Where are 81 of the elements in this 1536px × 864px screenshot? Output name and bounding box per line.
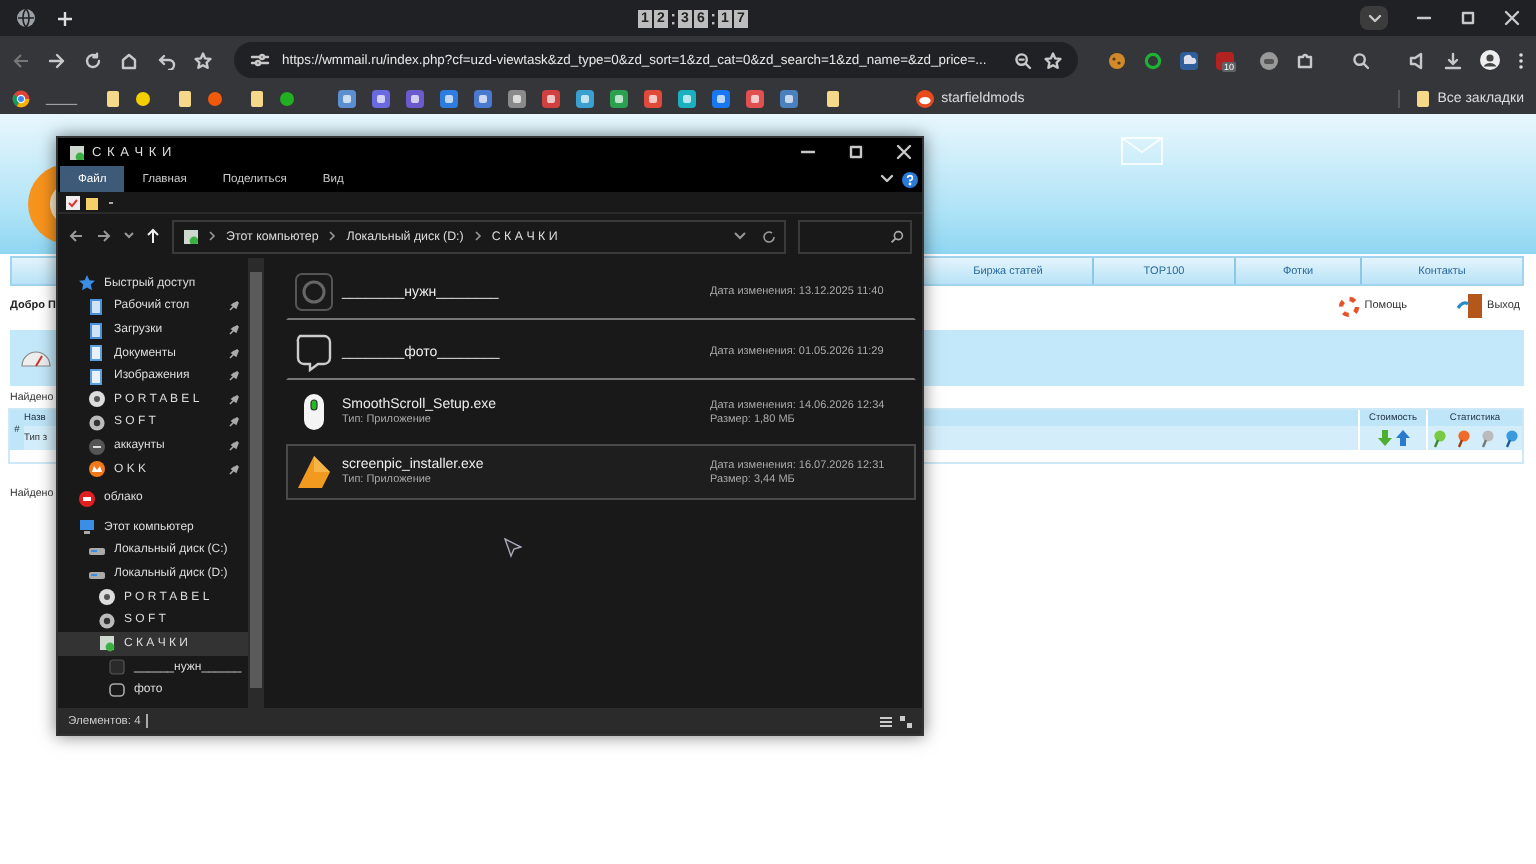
colon-icon <box>710 9 716 27</box>
scrollbar[interactable] <box>248 258 264 708</box>
browser-logo-icon[interactable] <box>12 90 30 108</box>
refresh-icon[interactable] <box>762 229 776 243</box>
lifebuoy-icon <box>1338 295 1361 317</box>
close-icon[interactable] <box>1504 10 1520 26</box>
chevron-icon <box>208 230 216 242</box>
stat-pin-icon <box>1432 429 1447 447</box>
back-icon[interactable] <box>68 228 84 244</box>
star-icon[interactable] <box>194 51 212 69</box>
zoom-icon[interactable] <box>1014 51 1032 69</box>
menu-icon[interactable] <box>1518 51 1524 69</box>
computer-icon <box>78 518 96 537</box>
app-icon[interactable] <box>371 90 390 108</box>
gauge-icon <box>20 348 52 368</box>
properties-icon[interactable] <box>66 195 80 209</box>
disc-icon <box>98 588 116 607</box>
caret-icon[interactable] <box>880 174 894 184</box>
new-folder-icon[interactable] <box>86 195 100 209</box>
crown-icon <box>88 460 106 479</box>
door-icon <box>1455 294 1484 318</box>
close-icon[interactable] <box>896 144 912 160</box>
puzzle-icon[interactable] <box>1296 51 1314 69</box>
app-icon[interactable] <box>575 90 594 108</box>
caret-icon <box>1367 13 1381 23</box>
cookie-icon[interactable] <box>1108 51 1126 69</box>
home-icon[interactable] <box>120 51 138 69</box>
chevron-icon <box>473 230 482 242</box>
avatar-icon[interactable] <box>1480 50 1500 70</box>
search-icon <box>890 229 904 243</box>
stat-pin-icon <box>1503 429 1518 447</box>
globe-icon <box>16 8 36 28</box>
tiles-view-icon[interactable] <box>900 715 912 727</box>
caret-icon[interactable] <box>734 232 746 240</box>
maximize-icon[interactable] <box>1460 10 1476 26</box>
new-tab-icon[interactable] <box>56 9 74 27</box>
search-field[interactable] <box>798 219 912 253</box>
app-icon[interactable] <box>541 90 560 108</box>
app-icon[interactable] <box>677 90 696 108</box>
app-icon[interactable] <box>609 90 628 108</box>
tab-search-button[interactable] <box>1360 6 1388 30</box>
cloud-extension-icon[interactable] <box>1180 51 1198 69</box>
browser-tab[interactable] <box>16 8 36 28</box>
app-icon[interactable] <box>507 90 526 108</box>
app-icon[interactable] <box>711 90 730 108</box>
app-icon[interactable] <box>643 90 662 108</box>
reload-icon[interactable] <box>84 51 102 69</box>
site-info-icon <box>250 52 270 68</box>
bookmark-star-icon[interactable] <box>1044 51 1062 69</box>
cursor-icon <box>504 538 522 558</box>
star-icon <box>78 274 96 293</box>
forward-icon[interactable] <box>96 228 112 244</box>
chat-icon <box>294 332 334 372</box>
undo-icon[interactable] <box>156 51 176 69</box>
app-icon[interactable] <box>337 90 356 108</box>
chevron-icon <box>328 230 337 242</box>
download-icon[interactable] <box>1444 51 1462 69</box>
search-icon[interactable] <box>1352 51 1370 69</box>
chat-icon <box>108 681 126 700</box>
maximize-icon[interactable] <box>848 144 864 160</box>
speaker-icon[interactable] <box>1408 51 1426 69</box>
app-icon[interactable] <box>439 90 458 108</box>
app-icon <box>294 452 334 492</box>
arrow-up-icon[interactable] <box>1395 430 1409 446</box>
app-icon[interactable] <box>745 90 764 108</box>
details-view-icon[interactable] <box>880 715 892 727</box>
disc-icon <box>88 390 106 409</box>
back-icon[interactable] <box>12 51 30 69</box>
up-arrow-icon[interactable] <box>146 228 160 244</box>
app-icon[interactable] <box>473 90 492 108</box>
stat-pin-icon <box>1456 429 1471 447</box>
stat-pin-icon <box>1479 429 1494 447</box>
app-icon[interactable] <box>779 90 798 108</box>
caret-icon[interactable] <box>124 232 134 240</box>
forward-icon[interactable] <box>48 51 66 69</box>
app-icon[interactable] <box>405 90 424 108</box>
colon-icon <box>670 9 676 27</box>
gear-icon <box>88 413 106 432</box>
help-icon[interactable] <box>902 171 918 187</box>
refresh-circle-icon[interactable] <box>1144 51 1162 69</box>
gear-icon <box>98 611 116 630</box>
